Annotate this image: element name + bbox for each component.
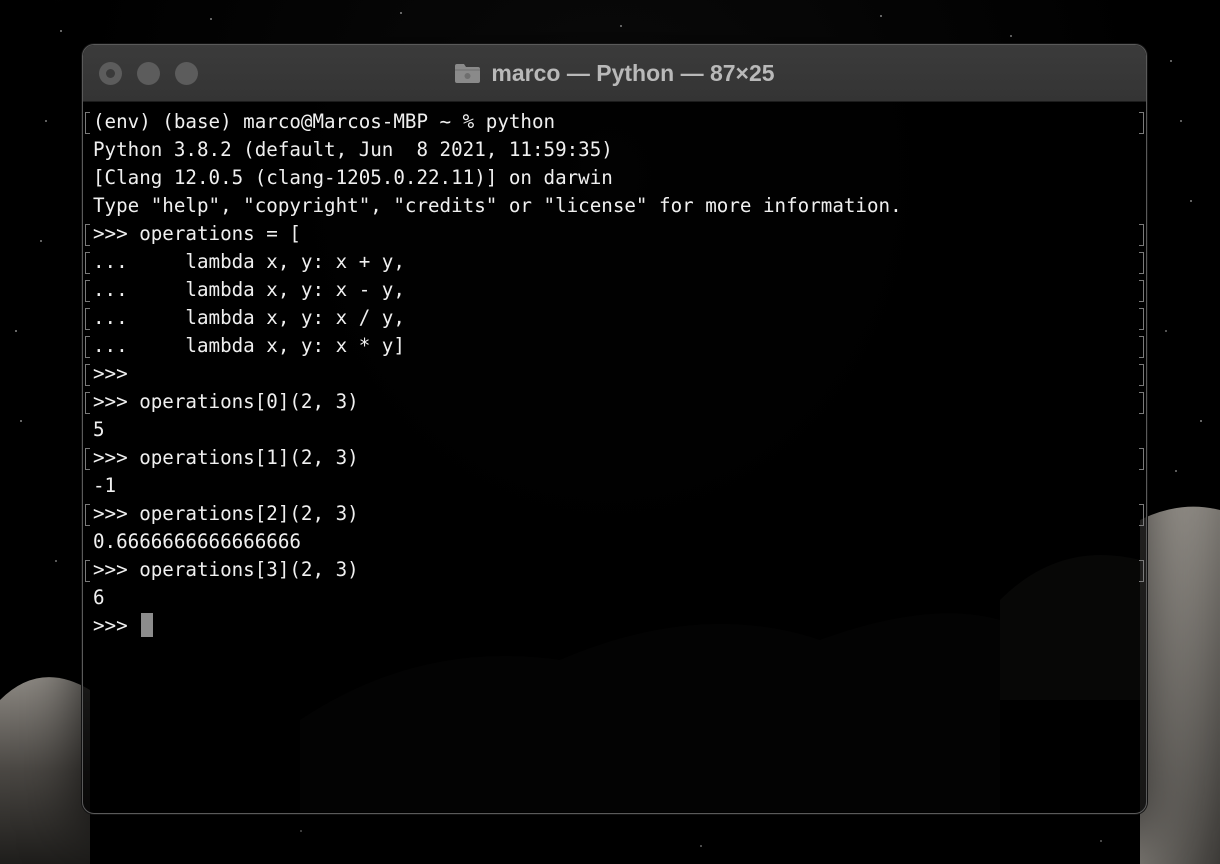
line-mark-left	[85, 504, 90, 526]
star	[1180, 120, 1182, 122]
star	[210, 18, 212, 20]
terminal-line: >>> operations = [	[83, 220, 1146, 248]
line-mark-right	[1139, 224, 1144, 246]
title-bar[interactable]: marco — Python — 87×25	[83, 45, 1146, 102]
terminal-line: >>> operations[3](2, 3)	[83, 556, 1146, 584]
star	[300, 830, 302, 832]
line-mark-left	[85, 252, 90, 274]
line-mark-left	[85, 280, 90, 302]
terminal-line-text: 0.6666666666666666	[93, 530, 301, 553]
line-mark-right	[1139, 504, 1144, 526]
line-mark-right	[1139, 448, 1144, 470]
terminal-line-text: Python 3.8.2 (default, Jun 8 2021, 11:59…	[93, 138, 613, 161]
terminal-line-text: -1	[93, 474, 117, 497]
star	[1165, 330, 1167, 332]
terminal-line: 0.6666666666666666	[83, 528, 1146, 556]
star	[20, 420, 22, 422]
star	[1190, 200, 1192, 202]
terminal-line-text: Type "help", "copyright", "credits" or "…	[93, 194, 902, 217]
window-title: marco — Python — 87×25	[83, 45, 1146, 101]
star	[620, 25, 622, 27]
terminal-line-text: (env) (base) marco@Marcos-MBP ~ % python	[93, 110, 556, 133]
star	[1200, 420, 1202, 422]
terminal-line: 6	[83, 584, 1146, 612]
line-mark-right	[1139, 112, 1144, 134]
terminal-line: >>> operations[1](2, 3)	[83, 444, 1146, 472]
prompt-text: >>>	[93, 614, 140, 637]
terminal-line: Python 3.8.2 (default, Jun 8 2021, 11:59…	[83, 136, 1146, 164]
line-mark-left	[85, 448, 90, 470]
terminal-line-text: >>> operations[3](2, 3)	[93, 558, 359, 581]
line-mark-left	[85, 560, 90, 582]
terminal-line-text: >>> operations[1](2, 3)	[93, 446, 359, 469]
folder-icon	[454, 62, 481, 84]
terminal-line: -1	[83, 472, 1146, 500]
terminal-line: ... lambda x, y: x - y,	[83, 276, 1146, 304]
star	[1170, 60, 1172, 62]
terminal-line: ... lambda x, y: x + y,	[83, 248, 1146, 276]
terminal-line-text: 6	[93, 586, 105, 609]
line-mark-right	[1139, 308, 1144, 330]
star	[1010, 35, 1012, 37]
terminal-line: 5	[83, 416, 1146, 444]
line-mark-left	[85, 336, 90, 358]
terminal-line-text: >>> operations = [	[93, 222, 301, 245]
terminal-line: >>>	[83, 360, 1146, 388]
line-mark-left	[85, 392, 90, 414]
star	[880, 15, 882, 17]
text-cursor	[141, 612, 154, 637]
terminal-line-text: >>> operations[0](2, 3)	[93, 390, 359, 413]
line-mark-right	[1139, 392, 1144, 414]
star	[15, 330, 17, 332]
terminal-line-text: ... lambda x, y: x + y,	[93, 250, 405, 273]
terminal-line-text: 5	[93, 418, 105, 441]
terminal-window[interactable]: marco — Python — 87×25 (env) (base) marc…	[82, 44, 1147, 814]
star	[700, 845, 702, 847]
terminal-line-text: ... lambda x, y: x / y,	[93, 306, 405, 329]
line-mark-right	[1139, 252, 1144, 274]
line-mark-right	[1139, 280, 1144, 302]
terminal-line: (env) (base) marco@Marcos-MBP ~ % python	[83, 108, 1146, 136]
terminal-line: >>> operations[0](2, 3)	[83, 388, 1146, 416]
star	[45, 120, 47, 122]
terminal-line: Type "help", "copyright", "credits" or "…	[83, 192, 1146, 220]
star	[55, 560, 57, 562]
window-title-text: marco — Python — 87×25	[491, 59, 775, 86]
star	[40, 240, 42, 242]
terminal-line: ... lambda x, y: x / y,	[83, 304, 1146, 332]
terminal-line-text: [Clang 12.0.5 (clang-1205.0.22.11)] on d…	[93, 166, 613, 189]
star	[1175, 470, 1177, 472]
line-mark-right	[1139, 560, 1144, 582]
terminal-line: ... lambda x, y: x * y]	[83, 332, 1146, 360]
line-mark-left	[85, 364, 90, 386]
terminal-content[interactable]: (env) (base) marco@Marcos-MBP ~ % python…	[83, 102, 1146, 813]
line-mark-right	[1139, 336, 1144, 358]
star	[1100, 840, 1102, 842]
terminal-line-text: >>>	[93, 362, 128, 385]
star	[400, 12, 402, 14]
line-mark-left	[85, 308, 90, 330]
terminal-line: >>> operations[2](2, 3)	[83, 500, 1146, 528]
terminal-line-text: ... lambda x, y: x - y,	[93, 278, 405, 301]
line-mark-left	[85, 224, 90, 246]
line-mark-right	[1139, 364, 1144, 386]
terminal-line-text: ... lambda x, y: x * y]	[93, 334, 405, 357]
prompt-line[interactable]: >>>	[83, 612, 1146, 640]
line-mark-left	[85, 112, 90, 134]
star	[60, 30, 62, 32]
terminal-line: [Clang 12.0.5 (clang-1205.0.22.11)] on d…	[83, 164, 1146, 192]
terminal-line-text: >>> operations[2](2, 3)	[93, 502, 359, 525]
